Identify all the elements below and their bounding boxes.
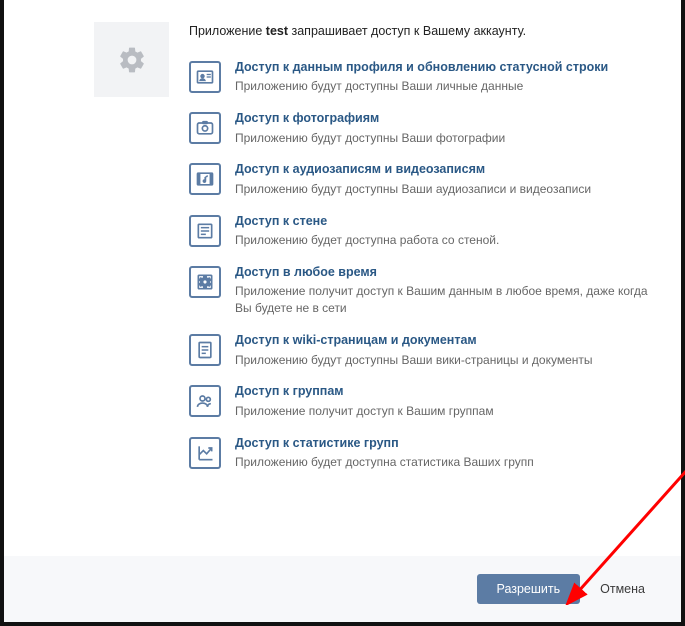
permission-title: Доступ к данным профиля и обновлению ста… [235,59,651,77]
permission-title: Доступ к статистике групп [235,435,651,453]
permission-desc: Приложению будет доступна статистика Ваш… [235,454,651,471]
permission-desc: Приложению будет доступна работа со стен… [235,232,651,249]
intro-prefix: Приложение [189,24,266,38]
permission-desc: Приложению будут доступны Ваши личные да… [235,78,651,95]
permission-item: Доступ к статистике группПриложению буде… [189,435,651,471]
permission-desc: Приложению будут доступны Ваши аудиозапи… [235,181,651,198]
permission-title: Доступ к группам [235,383,651,401]
photos-icon [189,112,221,144]
cancel-button[interactable]: Отмена [594,574,651,604]
audio-video-icon [189,163,221,195]
permission-title: Доступ к стене [235,213,651,231]
app-avatar [94,22,169,97]
permission-desc: Приложение получит доступ к Вашим данным… [235,283,651,317]
allow-button[interactable]: Разрешить [477,574,581,604]
gear-icon [117,45,147,75]
permission-item: Доступ к данным профиля и обновлению ста… [189,59,651,95]
dialog-footer: Разрешить Отмена [4,556,681,622]
intro-suffix: запрашивает доступ к Вашему аккаунту. [288,24,526,38]
permission-title: Доступ к фотографиям [235,110,651,128]
wall-icon [189,215,221,247]
permission-title: Доступ к wiki-страницам и документам [235,332,651,350]
permission-desc: Приложение получит доступ к Вашим группа… [235,403,651,420]
permission-item: Доступ к аудиозаписям и видеозаписям Прил… [189,161,651,197]
profile-icon [189,61,221,93]
permission-title: Доступ к аудиозаписям и видеозаписям [235,161,651,179]
permission-list: Доступ к данным профиля и обновлению ста… [189,59,651,471]
groups-icon [189,385,221,417]
app-name: test [266,24,288,38]
permission-item: Доступ к группам Приложение получит досту… [189,383,651,419]
permission-item: Доступ к wiki-страницам и документам Прил… [189,332,651,368]
wiki-docs-icon [189,334,221,366]
permission-desc: Приложению будут доступны Ваши вики-стра… [235,352,651,369]
stats-icon [189,437,221,469]
permission-title: Доступ в любое время [235,264,651,282]
permission-intro: Приложение test запрашивает доступ к Ваш… [189,22,651,41]
permission-item: Доступ в любое времяПриложение получит д… [189,264,651,317]
offline-icon [189,266,221,298]
permission-item: Доступ к стенеПриложению будет доступна … [189,213,651,249]
permission-desc: Приложению будут доступны Ваши фотографи… [235,130,651,147]
permission-item: Доступ к фотографиям Приложению будут дос… [189,110,651,146]
